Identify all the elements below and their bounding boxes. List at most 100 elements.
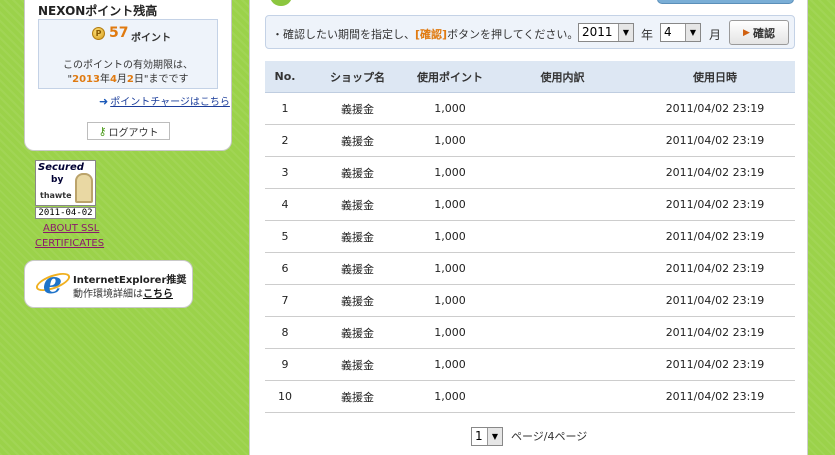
expiry-text-line1: このポイントの有効期限は、 [63, 60, 193, 71]
cell-shop: 義援金 [341, 390, 374, 404]
month-label: 月 [709, 28, 722, 42]
cell-point: 1,000 [434, 134, 466, 147]
green-circle-decoration [270, 0, 292, 6]
table-row: 1 義援金 1,000 2011/04/02 23:19 [265, 93, 795, 125]
thawte-logo: thawte [40, 191, 72, 200]
cell-point: 1,000 [434, 390, 466, 403]
column-header-date: 使用日時 [693, 70, 737, 84]
expiry-close-text: "までです [143, 74, 189, 85]
table-row: 5 義援金 1,000 2011/04/02 23:19 [265, 221, 795, 253]
key-icon: ⚷ [98, 124, 107, 138]
filter-text-after: ボタンを押してください。 [447, 28, 579, 41]
point-balance-title: NEXONポイント残高 [38, 4, 158, 18]
ssl-seal-date: 2011-04-02 [35, 207, 96, 219]
month-select-value: 4 [664, 25, 672, 39]
year-select-value: 2011 [582, 25, 613, 39]
cell-no: 5 [281, 230, 289, 243]
filter-text-highlight: [確認] [415, 28, 448, 41]
table-row: 3 義援金 1,000 2011/04/02 23:19 [265, 157, 795, 189]
cell-no: 4 [281, 198, 289, 211]
cell-shop: 義援金 [341, 134, 374, 148]
column-header-shop: ショップ名 [330, 70, 385, 84]
padlock-icon [75, 173, 93, 203]
expiry-text-line2: "2013年4月2日"までです [39, 70, 217, 85]
cell-shop: 義援金 [341, 294, 374, 308]
chevron-down-icon: ▼ [685, 24, 700, 41]
cell-no: 10 [278, 390, 292, 403]
expiry-month: 4 [109, 74, 117, 85]
point-charge-link[interactable]: ➜ ポイントチャージはこちら [99, 93, 230, 108]
chevron-down-icon: ▼ [487, 427, 502, 445]
cell-no: 3 [281, 166, 289, 179]
internet-explorer-icon: e [42, 266, 63, 301]
cell-point: 1,000 [434, 262, 466, 275]
expiry-day-unit: 日 [133, 74, 144, 85]
point-balance-unit: ポイント [131, 33, 171, 44]
logout-button[interactable]: ⚷ ログアウト [87, 122, 170, 140]
cell-no: 9 [281, 358, 289, 371]
cell-shop: 義援金 [341, 230, 374, 244]
cell-no: 1 [281, 102, 289, 115]
cell-date: 2011/04/02 23:19 [665, 230, 765, 243]
ie-recommend-title: InternetExplorer推奨 [73, 275, 187, 286]
period-filter-bar: ・確認したい期間を指定し、[確認]ボタンを押してください。 2011 ▼ 年 4… [265, 15, 795, 49]
ie-details-link[interactable]: こちら [143, 289, 173, 300]
cell-date: 2011/04/02 23:19 [665, 358, 765, 371]
arrow-right-icon: ▶ [743, 27, 750, 38]
arrow-right-icon: ➜ [99, 95, 109, 108]
table-row: 2 義援金 1,000 2011/04/02 23:19 [265, 125, 795, 157]
table-row: 10 義援金 1,000 2011/04/02 23:19 [265, 381, 795, 413]
cell-date: 2011/04/02 23:19 [665, 134, 765, 147]
cell-no: 8 [281, 326, 289, 339]
cell-no: 6 [281, 262, 289, 275]
top-blue-button[interactable] [657, 0, 794, 4]
chevron-down-icon: ▼ [618, 24, 633, 41]
confirm-button[interactable]: ▶ 確認 [729, 20, 789, 45]
cell-shop: 義援金 [341, 102, 374, 116]
thawte-ssl-seal[interactable]: Secured by thawte [35, 160, 96, 206]
table-header: No. ショップ名 使用ポイント 使用内訳 使用日時 [265, 61, 795, 93]
cell-point: 1,000 [434, 198, 466, 211]
cell-date: 2011/04/02 23:19 [665, 326, 765, 339]
cell-shop: 義援金 [341, 358, 374, 372]
point-balance-value: 57 [109, 25, 129, 41]
pagination-text: ページ/4ページ [511, 430, 588, 443]
page-select-value: 1 [475, 428, 483, 443]
year-select[interactable]: 2011 ▼ [578, 23, 634, 42]
column-header-point: 使用ポイント [417, 70, 483, 84]
cell-no: 2 [281, 134, 289, 147]
cell-shop: 義援金 [341, 166, 374, 180]
confirm-button-label: 確認 [752, 26, 775, 40]
point-charge-link-label: ポイントチャージはこちら [110, 97, 230, 108]
coin-icon: P [92, 27, 105, 40]
cell-date: 2011/04/02 23:19 [665, 294, 765, 307]
year-label: 年 [641, 28, 654, 42]
cell-date: 2011/04/02 23:19 [665, 102, 765, 115]
filter-instruction: ・確認したい期間を指定し、[確認]ボタンを押してください。 [272, 26, 578, 42]
ie-recommend-desc: 動作環境詳細はこちら [73, 285, 173, 300]
expiry-year-unit: 年 [99, 74, 110, 85]
about-ssl-link[interactable]: ABOUT SSL [43, 223, 99, 234]
ie-desc-prefix: 動作環境詳細は [73, 289, 143, 300]
table-row: 6 義援金 1,000 2011/04/02 23:19 [265, 253, 795, 285]
month-select[interactable]: 4 ▼ [660, 23, 701, 42]
cell-shop: 義援金 [341, 326, 374, 340]
cell-no: 7 [281, 294, 289, 307]
expiry-day: 2 [126, 74, 134, 85]
cell-shop: 義援金 [341, 198, 374, 212]
point-balance-panel: NEXONポイント残高 P 57 ポイント このポイントの有効期限は、 "201… [24, 0, 232, 151]
cell-date: 2011/04/02 23:19 [665, 262, 765, 275]
cell-point: 1,000 [434, 230, 466, 243]
filter-text-before: ・確認したい期間を指定し、 [272, 28, 415, 41]
expiry-year: 2013 [72, 74, 100, 85]
cell-shop: 義援金 [341, 262, 374, 276]
about-ssl-certificates-link[interactable]: CERTIFICATES [35, 238, 104, 249]
cell-date: 2011/04/02 23:19 [665, 166, 765, 179]
page-select[interactable]: 1 ▼ [471, 426, 503, 446]
cell-date: 2011/04/02 23:19 [665, 198, 765, 211]
column-header-detail: 使用内訳 [540, 70, 585, 84]
expiry-month-unit: 月 [116, 74, 127, 85]
cell-date: 2011/04/02 23:19 [665, 390, 765, 403]
point-usage-table: No. ショップ名 使用ポイント 使用内訳 使用日時 1 義援金 1,000 2… [265, 61, 795, 413]
ssl-secured-text: Secured [38, 162, 84, 173]
